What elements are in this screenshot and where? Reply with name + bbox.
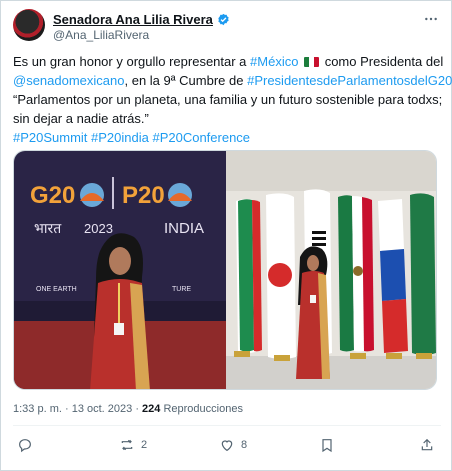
- flag-korea-trigram: [312, 237, 326, 240]
- tweet-header: Senadora Ana Lilia Rivera @Ana_LiliaRive…: [13, 9, 441, 45]
- hashtags-links[interactable]: #P20Summit #P20india #P20Conference: [13, 128, 441, 147]
- action-bar: 2 8: [13, 433, 441, 459]
- woman-badge: [114, 323, 124, 335]
- photo-left[interactable]: G20 P20 भारत 2023 INDIA ONE EARTH TURE: [14, 151, 226, 390]
- banner-divider: [112, 177, 114, 209]
- heart-icon: [221, 440, 233, 452]
- tweet-line-3: “Parlamentos por un planeta, una familia…: [13, 92, 443, 107]
- meta-separator: ·: [132, 403, 143, 415]
- bookmark-icon: [322, 439, 332, 453]
- mention-senadomexicano-link[interactable]: @senadomexicano: [13, 73, 124, 88]
- tweet-line-4: sin dejar a nadie atrás.”: [13, 111, 149, 126]
- flag-pole-base: [386, 353, 402, 359]
- media-grid: G20 P20 भारत 2023 INDIA ONE EARTH TURE: [13, 150, 437, 390]
- tweet-meta: 1:33 p. m. · 13 oct. 2023 · 224 Reproduc…: [13, 403, 243, 415]
- author-name[interactable]: Senadora Ana Lilia Rivera: [53, 12, 213, 27]
- tweet-text-fragment: Es un gran honor y orgullo representar a: [13, 54, 251, 69]
- flag-japan-sun: [268, 263, 292, 287]
- like-button[interactable]: 8: [219, 437, 247, 453]
- woman-lanyard: [118, 283, 120, 325]
- flag-saudi: [410, 193, 436, 355]
- photo-right[interactable]: [226, 151, 437, 390]
- flag-italy-green: [238, 199, 254, 352]
- flag-mexico-red: [362, 197, 374, 352]
- tweet-text-fragment: como Presidenta del: [321, 54, 444, 69]
- avatar[interactable]: [13, 9, 45, 41]
- tweet-date[interactable]: 13 oct. 2023: [72, 403, 133, 415]
- tagline-right-text: TURE: [172, 286, 191, 293]
- woman-face: [109, 247, 131, 275]
- flag-pole-base: [416, 353, 432, 359]
- tweet-line-2: @senadomexicano, en la 9ª Cumbre de #Pre…: [13, 71, 452, 90]
- flag-russia-white: [378, 199, 404, 251]
- p20-logo-text: P20: [122, 182, 165, 209]
- tweet-time[interactable]: 1:33 p. m.: [13, 403, 62, 415]
- hashtag-presidentes-link[interactable]: #PresidentesdeParlamentosdelG20: [247, 73, 452, 88]
- bharat-text: भारत: [34, 221, 62, 237]
- divider: [13, 425, 441, 426]
- flag-pole-base: [274, 355, 290, 361]
- tweet-text-fragment: , en la 9ª Cumbre de: [124, 73, 248, 88]
- share-button[interactable]: [419, 437, 435, 453]
- reply-icon: [19, 439, 31, 453]
- more-options-icon[interactable]: [423, 11, 439, 27]
- tweet-text: Es un gran honor y orgullo representar a…: [13, 52, 452, 147]
- share-icon: [421, 438, 433, 451]
- mexico-flag-emoji-icon: [304, 57, 320, 67]
- verified-badge-icon: [218, 13, 229, 26]
- flag-russia-blue: [380, 249, 406, 301]
- flag-mexico-emblem: [353, 266, 363, 276]
- g20-logo-text: G20: [30, 182, 75, 209]
- views-label: Reproducciones: [160, 403, 243, 415]
- tweet-line-1: Es un gran honor y orgullo representar a…: [13, 52, 444, 71]
- year-text: 2023: [84, 221, 113, 236]
- woman-badge: [310, 295, 316, 303]
- like-count: 8: [241, 439, 248, 451]
- meta-separator: ·: [61, 403, 72, 415]
- woman-face: [307, 255, 319, 271]
- retweet-icon: [121, 439, 133, 451]
- flag-korea-trigram: [312, 243, 326, 246]
- author-name-row: Senadora Ana Lilia Rivera: [53, 12, 230, 27]
- flag-pole-base: [234, 351, 250, 357]
- bookmark-button[interactable]: [319, 437, 335, 453]
- views-count: 224: [142, 403, 161, 415]
- hashtag-mexico-link[interactable]: #México: [250, 54, 298, 69]
- retweet-button[interactable]: 2: [119, 437, 147, 453]
- flag-pole-base: [350, 353, 366, 359]
- india-text: INDIA: [164, 220, 204, 237]
- tagline-left-text: ONE EARTH: [36, 286, 77, 293]
- author-handle[interactable]: @Ana_LiliaRivera: [53, 28, 149, 42]
- reply-button[interactable]: [17, 437, 33, 453]
- flag-korea-trigram: [312, 231, 326, 234]
- retweet-count: 2: [141, 439, 148, 451]
- flag-russia-red: [382, 299, 408, 353]
- flag-mexico-green: [338, 195, 354, 352]
- tweet-card: Senadora Ana Lilia Rivera @Ana_LiliaRive…: [0, 0, 452, 471]
